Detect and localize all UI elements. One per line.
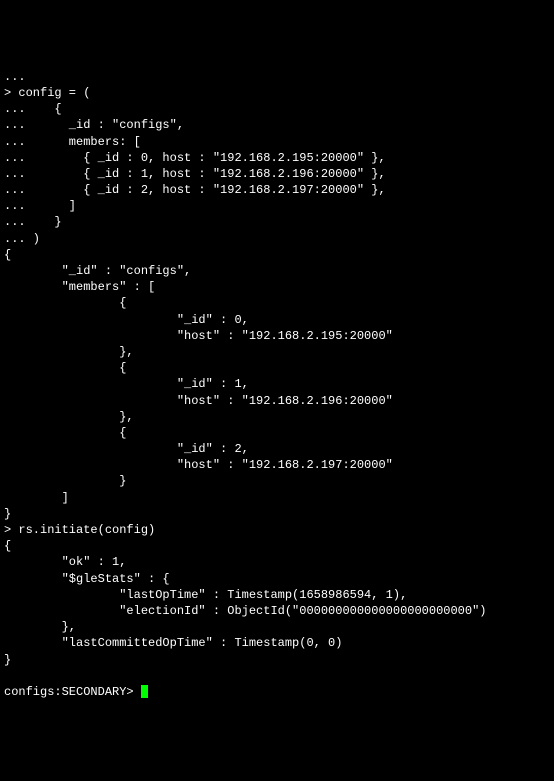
terminal-line: > rs.initiate(config) xyxy=(4,522,550,538)
terminal-line: "_id" : "configs", xyxy=(4,263,550,279)
terminal-line: "_id" : 0, xyxy=(4,312,550,328)
terminal-line: ... { _id : 0, host : "192.168.2.195:200… xyxy=(4,150,550,166)
terminal-line: }, xyxy=(4,344,550,360)
terminal-output: ...> config = (... {... _id : "configs",… xyxy=(4,69,550,668)
terminal-line: ... ] xyxy=(4,198,550,214)
terminal-line: ... { _id : 1, host : "192.168.2.196:200… xyxy=(4,166,550,182)
terminal-line: }, xyxy=(4,619,550,635)
terminal-line: ... ) xyxy=(4,231,550,247)
terminal-line: ... members: [ xyxy=(4,134,550,150)
terminal-line: "lastCommittedOpTime" : Timestamp(0, 0) xyxy=(4,635,550,651)
terminal-line: } xyxy=(4,506,550,522)
terminal-line: ] xyxy=(4,490,550,506)
terminal-line: "electionId" : ObjectId("000000000000000… xyxy=(4,603,550,619)
terminal-line: { xyxy=(4,295,550,311)
terminal-line: ... _id : "configs", xyxy=(4,117,550,133)
terminal-prompt: configs:SECONDARY> xyxy=(4,684,141,700)
terminal-line: { xyxy=(4,425,550,441)
terminal-line: }, xyxy=(4,409,550,425)
terminal-line: "host" : "192.168.2.195:20000" xyxy=(4,328,550,344)
terminal-line: "$gleStats" : { xyxy=(4,571,550,587)
terminal-line: { xyxy=(4,538,550,554)
terminal-line: "host" : "192.168.2.196:20000" xyxy=(4,393,550,409)
terminal-line: > config = ( xyxy=(4,85,550,101)
terminal-line: { xyxy=(4,247,550,263)
terminal-line: { xyxy=(4,360,550,376)
terminal-prompt-line[interactable]: configs:SECONDARY> xyxy=(4,684,550,700)
terminal-line: "host" : "192.168.2.197:20000" xyxy=(4,457,550,473)
terminal-line: } xyxy=(4,473,550,489)
terminal-line: "ok" : 1, xyxy=(4,554,550,570)
terminal-line: "members" : [ xyxy=(4,279,550,295)
terminal-line: ... { xyxy=(4,101,550,117)
cursor-icon xyxy=(141,685,148,698)
terminal-line: ... { _id : 2, host : "192.168.2.197:200… xyxy=(4,182,550,198)
terminal-line: ... } xyxy=(4,214,550,230)
terminal-line: "_id" : 1, xyxy=(4,376,550,392)
terminal-line: ... xyxy=(4,69,550,85)
terminal-line: "lastOpTime" : Timestamp(1658986594, 1), xyxy=(4,587,550,603)
terminal-line: } xyxy=(4,652,550,668)
terminal-line: "_id" : 2, xyxy=(4,441,550,457)
